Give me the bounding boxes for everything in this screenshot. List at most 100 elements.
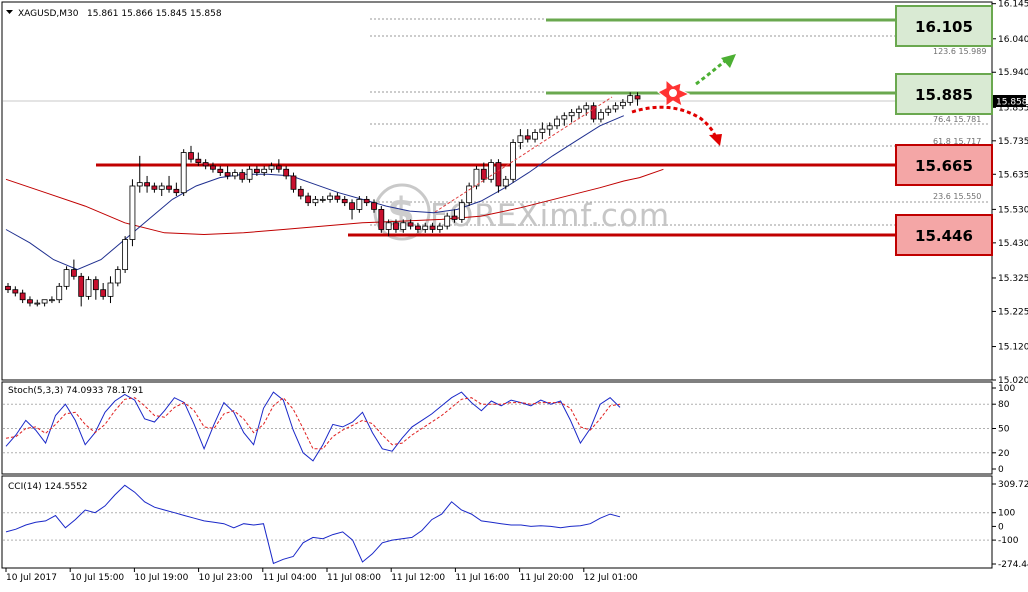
candle [56, 282, 63, 304]
cci-tick-label: 100 [998, 509, 1015, 519]
bullish-candle [561, 115, 568, 120]
resistance-level-label: 16.105 [915, 18, 973, 36]
bearish-candle [634, 95, 641, 100]
bearish-candle [166, 185, 172, 190]
bullish-candle [327, 195, 333, 200]
candle [85, 276, 92, 300]
price-tick-label: 15.430 [998, 239, 1028, 249]
bullish-candle [385, 222, 392, 230]
stochastic-panel: 100 80 50 20 0 Stoch(5,3,3) 74.0933 78.1791 [1, 381, 1015, 475]
bullish-candle [34, 302, 41, 305]
candle [466, 182, 473, 207]
cci-panel-frame [1, 475, 993, 569]
bearish-candle [524, 135, 531, 140]
time-tick-label: 11 Jul 12:00 [391, 573, 445, 583]
price-axis: 16.14516.04015.94015.83515.73515.63515.5… [992, 0, 1028, 386]
bearish-candle [224, 172, 231, 177]
candle [458, 199, 465, 223]
stoch-tick-label: 0 [998, 465, 1004, 475]
bullish-candle [122, 239, 129, 271]
cci-tick-label: 0 [998, 522, 1004, 532]
cci-tick-label: -100 [998, 536, 1019, 546]
bullish-candle [554, 118, 560, 127]
bearish-candle [210, 165, 216, 170]
candle [180, 149, 187, 197]
price-tick-label: 16.040 [998, 35, 1028, 45]
price-tick-label: 15.225 [998, 307, 1028, 317]
resistance-level-label: 15.885 [915, 86, 973, 104]
time-tick-label: 10 Jul 23:00 [199, 573, 253, 583]
bullish-candle [444, 215, 451, 227]
price-tick-label: 15.735 [998, 137, 1028, 147]
time-tick-label: 11 Jul 08:00 [327, 573, 381, 583]
bullish-candle [598, 111, 604, 120]
support-level-label: 15.446 [915, 227, 973, 245]
bullish-candle [583, 105, 590, 110]
bullish-candle [612, 105, 619, 110]
cci-tick-label: 309.7203 [998, 480, 1028, 490]
burst-center [669, 89, 677, 97]
bullish-candle [605, 108, 612, 113]
bearish-candle [349, 202, 355, 210]
bullish-candle [63, 269, 70, 287]
ohlc-values: 15.861 15.866 15.845 15.858 [87, 9, 222, 19]
bullish-candle [246, 168, 253, 180]
time-tick-label: 11 Jul 20:00 [520, 573, 574, 583]
time-tick-label: 11 Jul 04:00 [263, 573, 317, 583]
bullish-candle [312, 198, 319, 204]
bearish-candle [378, 208, 385, 230]
bearish-candle [100, 289, 107, 297]
time-tick-label: 11 Jul 16:00 [455, 573, 509, 583]
bearish-candle [363, 198, 370, 204]
price-panel: 16.14516.04015.94015.83515.73515.63515.5… [1, 0, 1028, 386]
bullish-candle [261, 168, 268, 174]
bullish-candle [232, 172, 238, 177]
bullish-candle [400, 222, 407, 230]
bullish-candle [85, 279, 92, 297]
bearish-candle [12, 289, 19, 294]
bearish-candle [407, 222, 414, 227]
bearish-candle [217, 168, 224, 174]
candle [590, 102, 597, 123]
stochastic-title: Stoch(5,3,3) 74.0933 78.1791 [8, 386, 143, 396]
candle [114, 266, 121, 287]
cci-tick-label: -274.4461 [998, 560, 1028, 570]
time-tick-label: 10 Jul 19:00 [134, 573, 188, 583]
current-price-tag: 15.858 [993, 95, 1028, 108]
bearish-candle [334, 195, 341, 200]
bearish-candle [70, 269, 77, 277]
bearish-candle [393, 222, 399, 230]
bearish-candle [495, 162, 502, 187]
bullish-candle [568, 111, 575, 117]
bullish-candle [627, 95, 634, 103]
bullish-candle [422, 225, 429, 230]
bullish-candle [436, 225, 443, 230]
time-tick-label: 10 Jul 2017 [6, 573, 57, 583]
watermark-text: FOREXimf.com [430, 198, 670, 234]
bearish-candle [480, 168, 487, 180]
symbol-label: XAGUSD,M30 [18, 9, 79, 19]
bullish-candle [458, 202, 465, 220]
bullish-candle [158, 185, 165, 190]
bullish-candle [576, 108, 582, 113]
bullish-candle [546, 125, 553, 130]
chart-window: 16.145 16.040 15.940 15.835 15.735 15.635 15.5… [0, 0, 1028, 588]
bullish-candle [107, 282, 114, 297]
support-level-label: 15.665 [915, 157, 973, 175]
price-tick-label: 15.325 [998, 274, 1028, 284]
bearish-candle [297, 188, 304, 197]
bearish-candle [290, 175, 297, 190]
fib-label: 23.6 15.550 [933, 192, 981, 201]
price-panel-frame [1, 1, 993, 381]
price-tick-label: 15.635 [998, 170, 1028, 180]
bearish-candle [27, 299, 33, 304]
bullish-candle [41, 299, 48, 304]
candle [290, 172, 297, 193]
candle [63, 266, 70, 290]
bearish-candle [151, 185, 158, 190]
bullish-candle [129, 185, 136, 240]
bullish-candle [319, 198, 326, 201]
stoch-tick-label: 50 [998, 425, 1010, 435]
bearish-candle [78, 275, 85, 297]
bearish-candle [415, 225, 421, 230]
